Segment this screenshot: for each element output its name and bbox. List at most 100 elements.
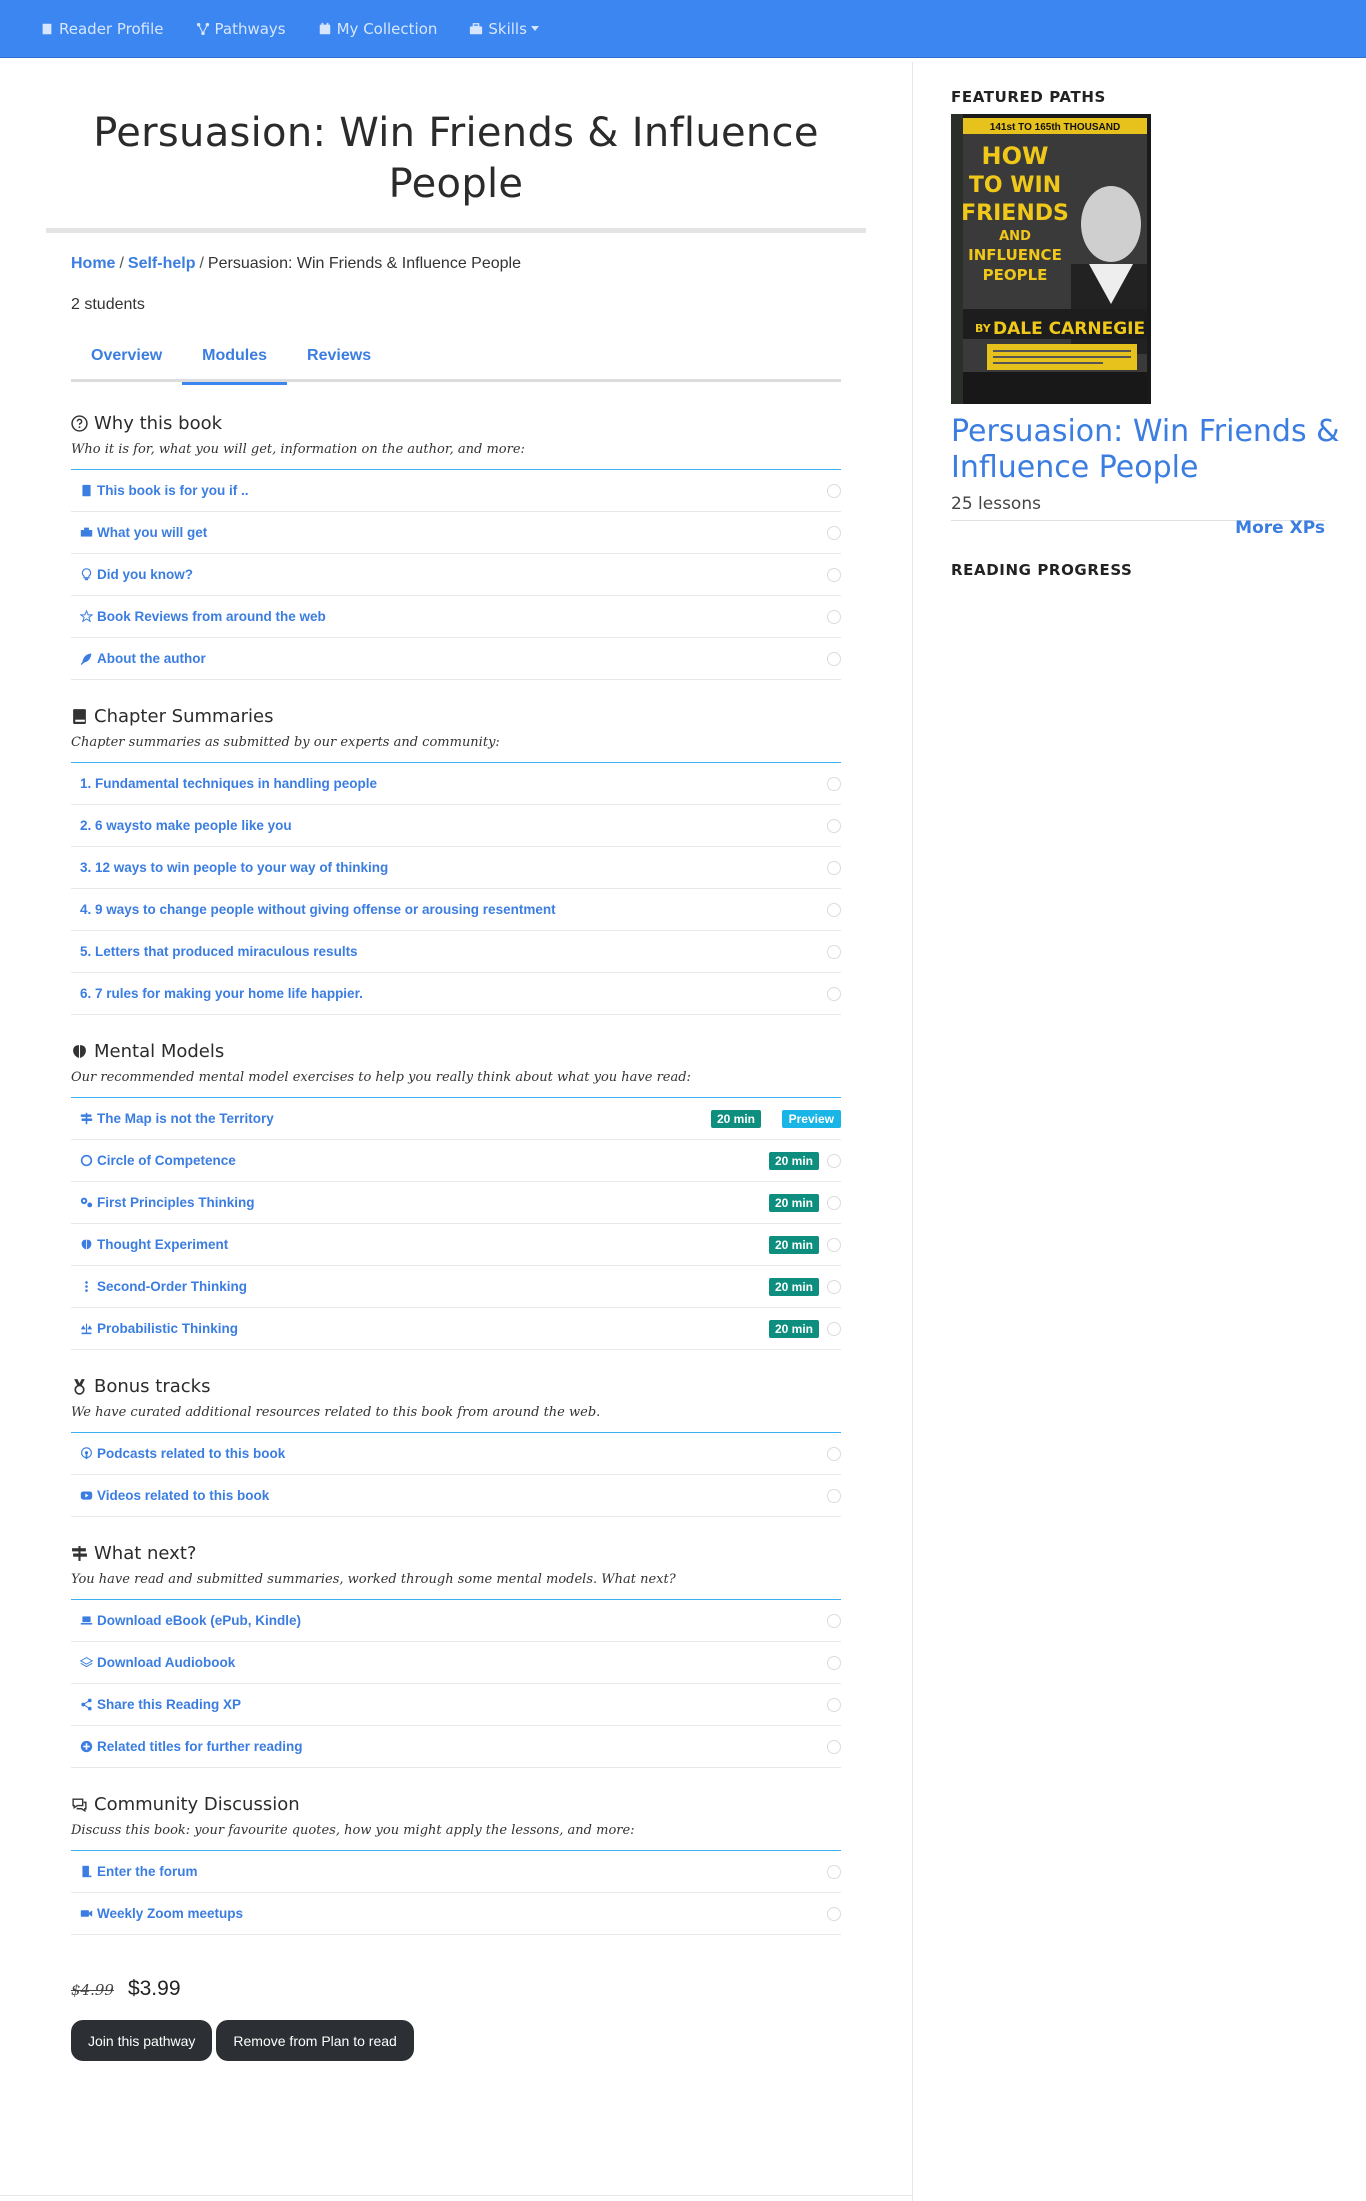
module-row[interactable]: Book Reviews from around the web: [71, 596, 841, 638]
chapter-row[interactable]: 5. Letters that produced miraculous resu…: [71, 931, 841, 973]
completion-circle[interactable]: [827, 652, 841, 666]
completion-circle[interactable]: [827, 1865, 841, 1879]
module-link[interactable]: Did you know?: [97, 567, 193, 582]
completion-circle[interactable]: [827, 1907, 841, 1921]
community-row[interactable]: Enter the forum: [71, 1851, 841, 1893]
chapter-row[interactable]: 4. 9 ways to change people without givin…: [71, 889, 841, 931]
completion-circle[interactable]: [827, 1447, 841, 1461]
chapter-link[interactable]: 4. 9 ways to change people without givin…: [80, 902, 556, 917]
completion-circle[interactable]: [827, 1656, 841, 1670]
model-row[interactable]: First Principles Thinking 20 min: [71, 1182, 841, 1224]
remove-from-plan-button[interactable]: Remove from Plan to read: [216, 2020, 414, 2061]
model-link[interactable]: Thought Experiment: [97, 1237, 228, 1252]
chapter-link[interactable]: 6. 7 rules for making your home life hap…: [80, 986, 363, 1001]
completion-circle[interactable]: [827, 1740, 841, 1754]
module-link[interactable]: Book Reviews from around the web: [97, 609, 326, 624]
chapter-row[interactable]: 3. 12 ways to win people to your way of …: [71, 847, 841, 889]
next-link[interactable]: Download eBook (ePub, Kindle): [97, 1613, 301, 1628]
model-link[interactable]: Second-Order Thinking: [97, 1279, 247, 1294]
section-title: Mental Models: [94, 1040, 225, 1062]
community-link[interactable]: Enter the forum: [97, 1864, 198, 1879]
bonus-row[interactable]: Videos related to this book: [71, 1475, 841, 1517]
completion-circle[interactable]: [827, 819, 841, 833]
completion-circle[interactable]: [827, 1698, 841, 1712]
model-row[interactable]: Second-Order Thinking 20 min: [71, 1266, 841, 1308]
nav-skills-dropdown[interactable]: Skills: [469, 20, 539, 38]
chapter-row[interactable]: 6. 7 rules for making your home life hap…: [71, 973, 841, 1015]
completion-circle[interactable]: [827, 568, 841, 582]
module-link[interactable]: What you will get: [97, 525, 207, 540]
model-link[interactable]: First Principles Thinking: [97, 1195, 255, 1210]
next-link[interactable]: Share this Reading XP: [97, 1697, 241, 1712]
circle-notch-icon: [80, 1154, 93, 1167]
model-link[interactable]: Circle of Competence: [97, 1153, 236, 1168]
bonus-link[interactable]: Videos related to this book: [97, 1488, 269, 1503]
breadcrumb-home[interactable]: Home: [71, 255, 115, 272]
book-cover-image[interactable]: 141st TO 165th THOUSAND HOW TO WIN FRIEN…: [951, 114, 1151, 404]
completion-circle[interactable]: [827, 945, 841, 959]
nav-my-collection[interactable]: My Collection: [318, 20, 437, 38]
completion-circle[interactable]: [827, 1154, 841, 1168]
next-row[interactable]: Share this Reading XP: [71, 1684, 841, 1726]
preview-button[interactable]: Preview: [781, 1110, 841, 1128]
sidebar: FEATURED PATHS 141st TO 165th THOUSAND H…: [912, 62, 1366, 2201]
tab-reviews[interactable]: Reviews: [287, 338, 391, 382]
completion-circle[interactable]: [827, 484, 841, 498]
module-row[interactable]: About the author: [71, 638, 841, 680]
completion-circle[interactable]: [827, 1238, 841, 1252]
price: $4.99 $3.99: [71, 1977, 866, 2001]
module-row[interactable]: What you will get: [71, 512, 841, 554]
module-link[interactable]: About the author: [97, 651, 206, 666]
completion-circle[interactable]: [827, 987, 841, 1001]
module-row[interactable]: This book is for you if ..: [71, 470, 841, 512]
completion-circle[interactable]: [827, 526, 841, 540]
chapter-link[interactable]: 1. Fundamental techniques in handling pe…: [80, 776, 377, 791]
completion-circle[interactable]: [827, 1196, 841, 1210]
model-link[interactable]: The Map is not the Territory: [97, 1111, 274, 1126]
completion-circle[interactable]: [827, 1489, 841, 1503]
completion-circle[interactable]: [827, 861, 841, 875]
model-link[interactable]: Probabilistic Thinking: [97, 1321, 238, 1336]
completion-circle[interactable]: [827, 903, 841, 917]
next-row[interactable]: Related titles for further reading: [71, 1726, 841, 1768]
youtube-icon: [80, 1491, 93, 1500]
bonus-row[interactable]: Podcasts related to this book: [71, 1433, 841, 1475]
chapter-row[interactable]: 1. Fundamental techniques in handling pe…: [71, 763, 841, 805]
section-description: Chapter summaries as submitted by our ex…: [71, 735, 841, 763]
community-link[interactable]: Weekly Zoom meetups: [97, 1906, 243, 1921]
model-row[interactable]: The Map is not the Territory 20 min Previe…: [71, 1098, 841, 1140]
page-title: Persuasion: Win Friends & Influence Peop…: [93, 110, 819, 207]
model-row[interactable]: Probabilistic Thinking 20 min: [71, 1308, 841, 1350]
chapter-row[interactable]: 2. 6 waysto make people like you: [71, 805, 841, 847]
next-row[interactable]: Download eBook (ePub, Kindle): [71, 1600, 841, 1642]
more-xps-link[interactable]: More XPs: [951, 518, 1325, 538]
chapter-link[interactable]: 5. Letters that produced miraculous resu…: [80, 944, 358, 959]
completion-circle[interactable]: [827, 1322, 841, 1336]
next-link[interactable]: Download Audiobook: [97, 1655, 235, 1670]
section-heading: What next?: [71, 1540, 841, 1566]
completion-circle[interactable]: [827, 1280, 841, 1294]
chapter-link[interactable]: 2. 6 waysto make people like you: [80, 818, 292, 833]
title-divider: [46, 228, 866, 233]
model-row[interactable]: Circle of Competence 20 min: [71, 1140, 841, 1182]
nav-reader-profile[interactable]: Reader Profile: [40, 20, 164, 38]
module-link[interactable]: This book is for you if ..: [97, 483, 249, 498]
signpost-icon: [72, 1545, 87, 1561]
bonus-link[interactable]: Podcasts related to this book: [97, 1446, 285, 1461]
completion-circle[interactable]: [827, 1614, 841, 1628]
tab-modules[interactable]: Modules: [182, 338, 287, 385]
next-row[interactable]: Download Audiobook: [71, 1642, 841, 1684]
community-row[interactable]: Weekly Zoom meetups: [71, 1893, 841, 1935]
nav-pathways[interactable]: Pathways: [196, 20, 286, 38]
next-link[interactable]: Related titles for further reading: [97, 1739, 303, 1754]
completion-circle[interactable]: [827, 610, 841, 624]
join-pathway-button[interactable]: Join this pathway: [71, 2020, 213, 2061]
featured-path-title[interactable]: Persuasion: Win Friends & Influence Peop…: [951, 414, 1366, 486]
tab-overview[interactable]: Overview: [71, 338, 182, 382]
breadcrumb-category[interactable]: Self-help: [128, 255, 196, 272]
chapter-link[interactable]: 3. 12 ways to win people to your way of …: [80, 860, 388, 875]
completion-circle[interactable]: [827, 777, 841, 791]
module-row[interactable]: Did you know?: [71, 554, 841, 596]
model-row[interactable]: Thought Experiment 20 min: [71, 1224, 841, 1266]
ellipsis-vertical-icon: [85, 1281, 88, 1292]
